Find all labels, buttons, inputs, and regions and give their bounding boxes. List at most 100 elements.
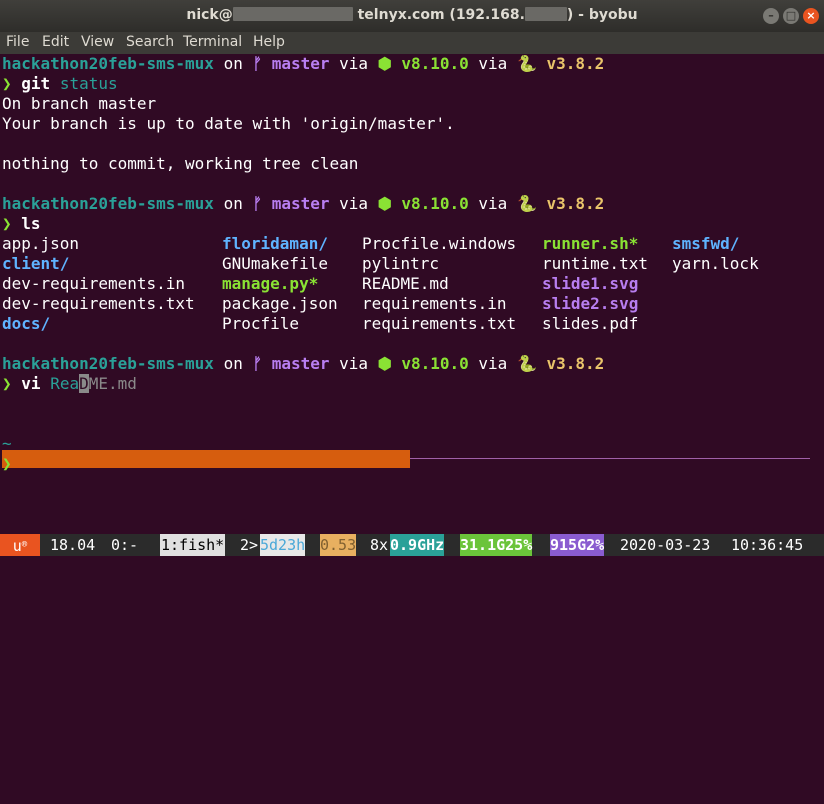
terminal-window: nick@ telnyx.com (192.168.) - byobu – □ … — [0, 0, 824, 556]
ls-file: requirements.txt — [362, 314, 517, 333]
ls-file: runtime.txt — [542, 254, 648, 273]
python-icon: 🐍 — [516, 194, 537, 213]
text-cursor: D — [79, 374, 89, 393]
window-tab[interactable]: 2> — [240, 534, 258, 556]
load-average: 0.53 — [320, 534, 357, 556]
ls-file: GNUmakefile — [222, 254, 328, 273]
maximize-button[interactable]: □ — [783, 8, 799, 24]
title-user: nick@ — [186, 7, 233, 23]
prompt-via: via — [339, 354, 369, 373]
node-icon: ⬢ — [377, 194, 392, 213]
ls-row: dev-requirements.txt package.json requir… — [2, 294, 822, 314]
ls-file: requirements.in — [362, 294, 507, 313]
title-bar[interactable]: nick@ telnyx.com (192.168.) - byobu – □ … — [0, 0, 824, 32]
prompt-via: via — [478, 194, 508, 213]
ls-file: yarn.lock — [672, 254, 759, 273]
prompt-on: on — [223, 354, 243, 373]
prompt-dir: hackathon20feb-sms-mux — [2, 54, 214, 73]
prompt-via: via — [339, 54, 369, 73]
command-line: ❯ ls — [2, 214, 41, 234]
logo-mark: ® — [21, 540, 28, 550]
prompt-arrow-icon: ❯ — [2, 214, 12, 233]
prompt-line: hackathon20feb-sms-mux on ᚠ master via ⬢… — [2, 194, 604, 214]
node-version: v8.10.0 — [401, 194, 469, 213]
python-version: v3.8.2 — [546, 54, 605, 73]
byobu-status-bar: u® 18.04 0:- 1:fish* 2> 5d23h 0.53 8x 0.… — [0, 534, 824, 556]
prompt-via: via — [478, 54, 508, 73]
output-line: Your branch is up to date with 'origin/m… — [2, 114, 455, 133]
window-tab-active[interactable]: 1:fish* — [160, 534, 226, 556]
prompt-arrow-icon: ❯ — [2, 74, 12, 93]
command-line[interactable]: ❯ vi ReaDME.md — [2, 374, 137, 394]
ls-file: Procfile.windows — [362, 234, 517, 253]
date: 2020-03-23 — [620, 536, 711, 554]
prompt-on: on — [223, 194, 243, 213]
ls-file: Procfile — [222, 314, 300, 333]
terminal-area[interactable]: hackathon20feb-sms-mux on ᚠ master via ⬢… — [0, 54, 824, 534]
node-version: v8.10.0 — [401, 54, 469, 73]
logo-letter: u — [12, 537, 22, 555]
python-icon: 🐍 — [516, 54, 537, 73]
memory-usage: 31.1G25% — [460, 534, 533, 556]
ls-row: dev-requirements.in manage.py* README.md… — [2, 274, 822, 294]
prompt-dir: hackathon20feb-sms-mux — [2, 194, 214, 213]
command: ls — [21, 214, 41, 233]
ls-file: package.json — [222, 294, 338, 313]
title-host: telnyx.com (192.168. — [357, 7, 525, 23]
menu-view[interactable]: View — [81, 34, 114, 50]
ls-file: README.md — [362, 274, 449, 293]
prompt-via: via — [339, 194, 369, 213]
cpu-frequency: 0.9GHz — [390, 534, 445, 556]
redacted-ip — [524, 7, 567, 21]
prompt-on: on — [223, 54, 243, 73]
command-args: status — [59, 74, 118, 93]
ls-file: app.json — [2, 234, 80, 253]
prompt-dir: hackathon20feb-sms-mux — [2, 354, 214, 373]
ls-dir: floridaman/ — [222, 234, 328, 253]
ls-executable: manage.py* — [222, 274, 319, 293]
session-indicator[interactable]: 0:- — [111, 534, 138, 556]
menu-edit[interactable]: Edit — [42, 34, 69, 50]
command: vi — [21, 374, 41, 393]
ls-row: client/ GNUmakefile pylintrc runtime.txt… — [2, 254, 822, 274]
ls-file: slides.pdf — [542, 314, 639, 333]
redacted-host — [232, 7, 353, 21]
ls-image: slide1.svg — [542, 274, 639, 293]
output-line: nothing to commit, working tree clean — [2, 154, 359, 173]
ls-file: pylintrc — [362, 254, 440, 273]
ls-file: dev-requirements.in — [2, 274, 186, 293]
ls-row: app.json floridaman/ Procfile.windows ru… — [2, 234, 822, 254]
menu-file[interactable]: File — [6, 34, 29, 50]
command-line: ❯ git status — [2, 74, 118, 94]
time: 10:36:45 — [731, 536, 804, 554]
title-suffix: ) - byobu — [566, 7, 638, 23]
ls-file: dev-requirements.txt — [2, 294, 195, 313]
disk-usage: 915G2% — [550, 534, 605, 556]
progress-bar — [2, 450, 410, 468]
prompt-line: hackathon20feb-sms-mux on ᚠ master via ⬢… — [2, 54, 604, 74]
menu-search[interactable]: Search — [126, 34, 174, 50]
node-icon: ⬢ — [377, 54, 392, 73]
ls-image: slide2.svg — [542, 294, 639, 313]
close-button[interactable]: × — [803, 8, 819, 24]
python-icon: 🐍 — [516, 354, 537, 373]
separator-line — [410, 458, 810, 459]
prompt-line: hackathon20feb-sms-mux on ᚠ master via ⬢… — [2, 354, 604, 374]
prompt-branch: master — [271, 354, 330, 373]
prompt-arrow-icon: ❯ — [2, 374, 12, 393]
menu-bar: File Edit View Search Terminal Help — [0, 32, 824, 54]
ls-row: docs/ Procfile requirements.txt slides.p… — [2, 314, 822, 334]
menu-help[interactable]: Help — [253, 34, 285, 50]
prompt-via: via — [478, 354, 508, 373]
typed-text: Rea — [50, 374, 80, 393]
window-title: nick@ telnyx.com (192.168. ) - byobu — [0, 7, 824, 23]
prompt-branch: master — [271, 54, 330, 73]
ls-dir: docs/ — [2, 314, 51, 333]
menu-terminal[interactable]: Terminal — [183, 34, 242, 50]
node-icon: ⬢ — [377, 354, 392, 373]
autosuggestion: ME.md — [88, 374, 137, 393]
git-branch-icon: ᚠ — [252, 354, 263, 373]
node-version: v8.10.0 — [401, 354, 469, 373]
minimize-button[interactable]: – — [763, 8, 779, 24]
command: git — [21, 74, 51, 93]
